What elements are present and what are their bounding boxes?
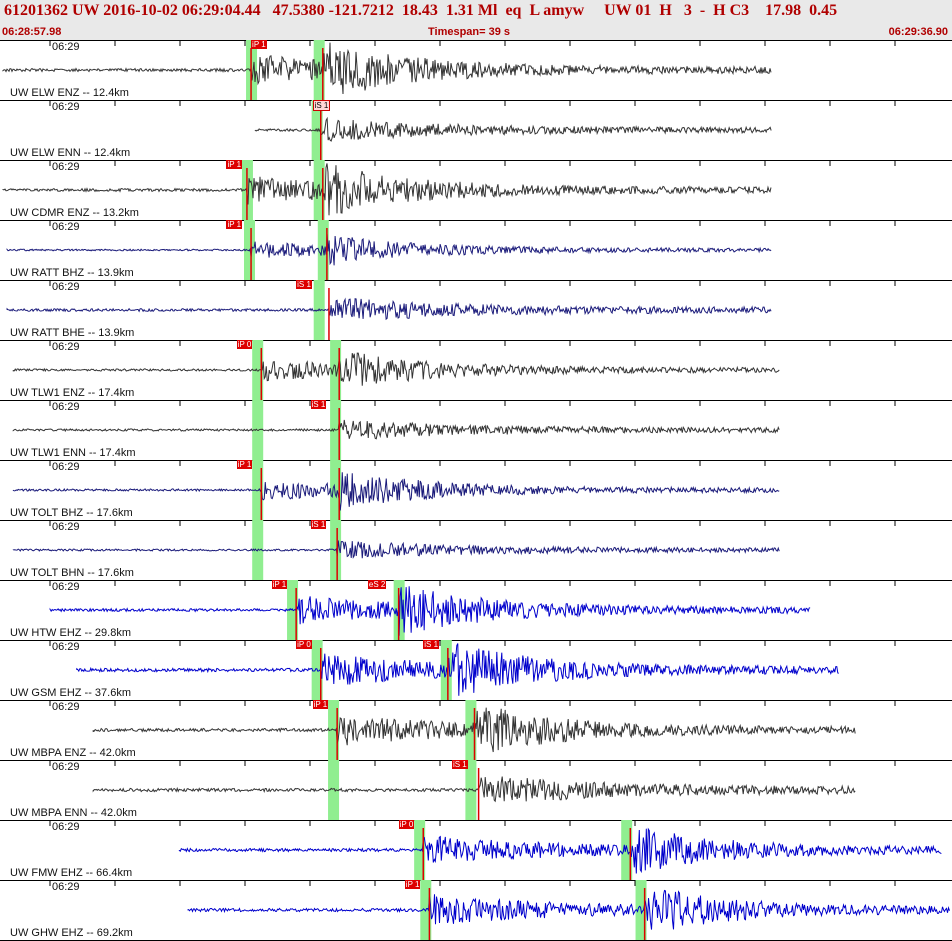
- waveform-svg: [12, 520, 896, 580]
- channel-label: UW GHW EHZ -- 69.2km: [10, 927, 133, 939]
- channel-panel[interactable]: 06:29 iS 1 UW MBPA ENN -- 42.0km: [0, 760, 952, 821]
- channel-panel[interactable]: 06:29 iP 0 UW FMW EHZ -- 66.4km: [0, 820, 952, 881]
- tick-label: 06:29: [52, 821, 80, 833]
- waveform-svg: [49, 580, 896, 640]
- waveform-svg: [6, 220, 896, 280]
- waveform-svg: [49, 820, 942, 880]
- channel-panel[interactable]: 06:29 iP 1 UW GHW EHZ -- 69.2km: [0, 880, 952, 941]
- channel-panel[interactable]: 06:29 iP 1 UW TOLT BHZ -- 17.6km: [0, 460, 952, 521]
- waveform-trace: [178, 827, 942, 874]
- channel-label: UW GSM EHZ -- 37.6km: [10, 687, 132, 699]
- waveform-trace: [254, 116, 772, 142]
- tick-label: 06:29: [52, 461, 80, 473]
- event-header: 61201362 UW 2016-10-02 06:29:04.44 47.53…: [0, 0, 952, 41]
- channel-label: UW FMW EHZ -- 66.4km: [10, 867, 133, 879]
- channel-panel[interactable]: 06:29 iP 1 UW MBPA ENZ -- 42.0km: [0, 700, 952, 761]
- pick-flag[interactable]: iP 0: [398, 820, 415, 829]
- tick-label: 06:29: [52, 41, 80, 53]
- waveform-svg: [2, 40, 896, 100]
- waveform-svg: [49, 100, 896, 160]
- channel-label: UW TLW1 ENN -- 17.4km: [10, 447, 136, 459]
- channel-panel[interactable]: 06:29 iP 1 eS 2 UW HTW EHZ -- 29.8km: [0, 580, 952, 641]
- channel-panel[interactable]: 06:29 iP 0 iS 1 UW GSM EHZ -- 37.6km: [0, 640, 952, 701]
- tick-label: 06:29: [52, 701, 80, 713]
- pick-flag[interactable]: iP 1: [271, 580, 288, 589]
- pick-flag[interactable]: iP 1: [251, 40, 267, 49]
- pick-flag[interactable]: iP 1: [404, 880, 421, 889]
- waveform-svg: [49, 700, 896, 760]
- channel-label: UW ELW ENN -- 12.4km: [10, 147, 131, 159]
- pick-flag[interactable]: iS 1: [451, 760, 468, 769]
- tick-label: 06:29: [52, 881, 80, 893]
- channel-panel[interactable]: 06:29 iP 1 UW ELW ENZ -- 12.4km: [0, 40, 952, 101]
- tick-label: 06:29: [52, 101, 80, 113]
- channel-label: UW MBPA ENN -- 42.0km: [10, 807, 137, 819]
- waveform-svg: [2, 160, 896, 220]
- waveform-trace: [49, 586, 811, 636]
- tick-label: 06:29: [52, 221, 80, 233]
- start-time: 06:28:57.98: [2, 26, 62, 38]
- channel-panel[interactable]: 06:29 iS 1 UW TOLT BHN -- 17.6km: [0, 520, 952, 581]
- channel-panel[interactable]: 06:29 iP 1 UW CDMR ENZ -- 13.2km: [0, 160, 952, 221]
- waveform-svg: [12, 460, 896, 520]
- tick-label: 06:29: [52, 581, 80, 593]
- channel-panel[interactable]: 06:29 iS 1 UW RATT BHE -- 13.9km: [0, 280, 952, 341]
- tick-label: 06:29: [52, 401, 80, 413]
- channel-label: UW RATT BHZ -- 13.9km: [10, 267, 134, 279]
- waveform-trace: [12, 540, 780, 559]
- waveform-trace: [187, 889, 950, 930]
- channel-panel[interactable]: 06:29 iP 0 UW TLW1 ENZ -- 17.4km: [0, 340, 952, 401]
- waveform-panels[interactable]: 06:29 iP 1 UW ELW ENZ -- 12.4km 06:29 iS 1 UW…: [0, 40, 952, 941]
- tick-label: 06:29: [52, 281, 80, 293]
- pick-flag[interactable]: iS 1: [296, 280, 312, 289]
- waveform-svg: [12, 340, 896, 400]
- channel-label: UW RATT BHE -- 13.9km: [10, 327, 135, 339]
- channel-label: UW TLW1 ENZ -- 17.4km: [10, 387, 135, 399]
- waveform-trace: [6, 297, 772, 321]
- channel-panel[interactable]: 06:29 iS 1 UW ELW ENN -- 12.4km: [0, 100, 952, 161]
- pick-flag[interactable]: iS 1: [423, 640, 440, 649]
- channel-label: UW ELW ENZ -- 12.4km: [10, 87, 129, 99]
- pick-flag[interactable]: iP 1: [226, 220, 243, 229]
- pick-flag[interactable]: iP 1: [226, 160, 243, 169]
- pick-flag[interactable]: iS 1: [312, 100, 331, 111]
- pick-flag[interactable]: iP 0: [236, 340, 253, 349]
- end-time: 06:29:36.90: [888, 26, 948, 38]
- tick-label: 06:29: [52, 641, 80, 653]
- event-summary: 61201362 UW 2016-10-02 06:29:04.44 47.53…: [4, 2, 838, 19]
- waveform-svg: [49, 880, 950, 940]
- tick-label: 06:29: [52, 341, 80, 353]
- pick-flag[interactable]: iP 1: [236, 460, 253, 469]
- channel-label: UW HTW EHZ -- 29.8km: [10, 627, 131, 639]
- channel-label: UW MBPA ENZ -- 42.0km: [10, 747, 136, 759]
- tick-label: 06:29: [52, 161, 80, 173]
- pick-flag[interactable]: iS 1: [310, 400, 327, 409]
- pick-flag[interactable]: iP 0: [296, 640, 312, 649]
- tick-label: 06:29: [52, 761, 80, 773]
- waveform-trace: [76, 643, 839, 696]
- pick-flag[interactable]: iS 1: [310, 520, 327, 529]
- waveform-svg: [6, 280, 896, 340]
- channel-panel[interactable]: 06:29 iS 1 UW TLW1 ENN -- 17.4km: [0, 400, 952, 461]
- waveform-trace: [12, 352, 780, 386]
- timespan-label: Timespan= 39 s: [428, 26, 511, 38]
- channel-panel[interactable]: 06:29 iP 1 UW RATT BHZ -- 13.9km: [0, 220, 952, 281]
- pick-flag[interactable]: iP 1: [312, 700, 329, 709]
- channel-label: UW TOLT BHN -- 17.6km: [10, 567, 134, 579]
- channel-label: UW TOLT BHZ -- 17.6km: [10, 507, 133, 519]
- waveform-trace: [6, 234, 772, 266]
- waveform-trace: [12, 472, 780, 511]
- pick-flag[interactable]: eS 2: [367, 580, 387, 589]
- waveform-trace: [12, 419, 780, 440]
- waveform-svg: [49, 760, 896, 820]
- waveform-svg: [49, 640, 896, 700]
- tick-label: 06:29: [52, 521, 80, 533]
- channel-label: UW CDMR ENZ -- 13.2km: [10, 207, 139, 219]
- waveform-svg: [12, 400, 896, 460]
